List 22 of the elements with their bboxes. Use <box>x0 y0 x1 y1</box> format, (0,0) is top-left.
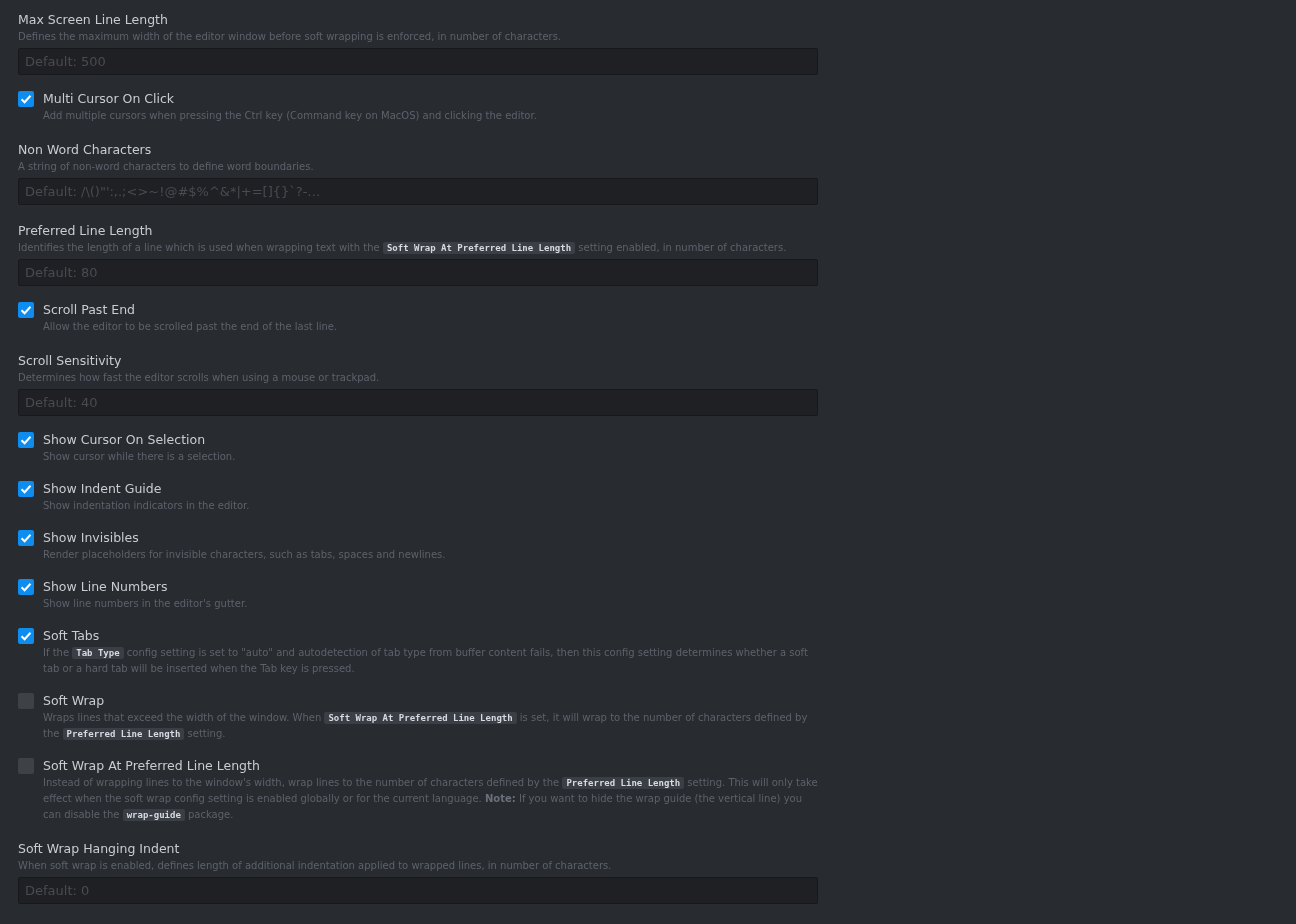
checkbox-label[interactable]: Soft Wrap At Preferred Line Length <box>43 757 260 775</box>
checkbox[interactable] <box>18 530 34 546</box>
setting-description: A string of non-word characters to define word boundaries. <box>18 160 315 174</box>
setting-title: Non Word Characters <box>18 141 152 159</box>
checkbox-label[interactable]: Scroll Past End <box>43 301 136 319</box>
checkbox-label[interactable]: Soft Tabs <box>43 627 100 645</box>
checkbox[interactable] <box>18 628 34 644</box>
checkbox-label[interactable]: Show Cursor On Selection <box>43 431 206 449</box>
checkbox-label[interactable]: Show Line Numbers <box>43 578 168 596</box>
checkbox[interactable] <box>18 91 34 107</box>
checkbox-label[interactable]: Multi Cursor On Click <box>43 90 175 108</box>
checkbox[interactable] <box>18 481 34 497</box>
setting-title: Scroll Sensitivity <box>18 352 122 370</box>
checkbox-label[interactable]: Show Invisibles <box>43 529 139 547</box>
setting-title: Max Screen Line Length <box>18 11 168 29</box>
checkbox[interactable] <box>18 432 34 448</box>
checkbox-label[interactable]: Soft Wrap <box>43 692 105 710</box>
setting-title: Soft Wrap Hanging Indent <box>18 840 180 858</box>
checkbox[interactable] <box>18 302 34 318</box>
setting-title: Preferred Line Length <box>18 222 153 240</box>
checkbox-label[interactable]: Show Indent Guide <box>43 480 162 498</box>
checkbox[interactable] <box>18 579 34 595</box>
